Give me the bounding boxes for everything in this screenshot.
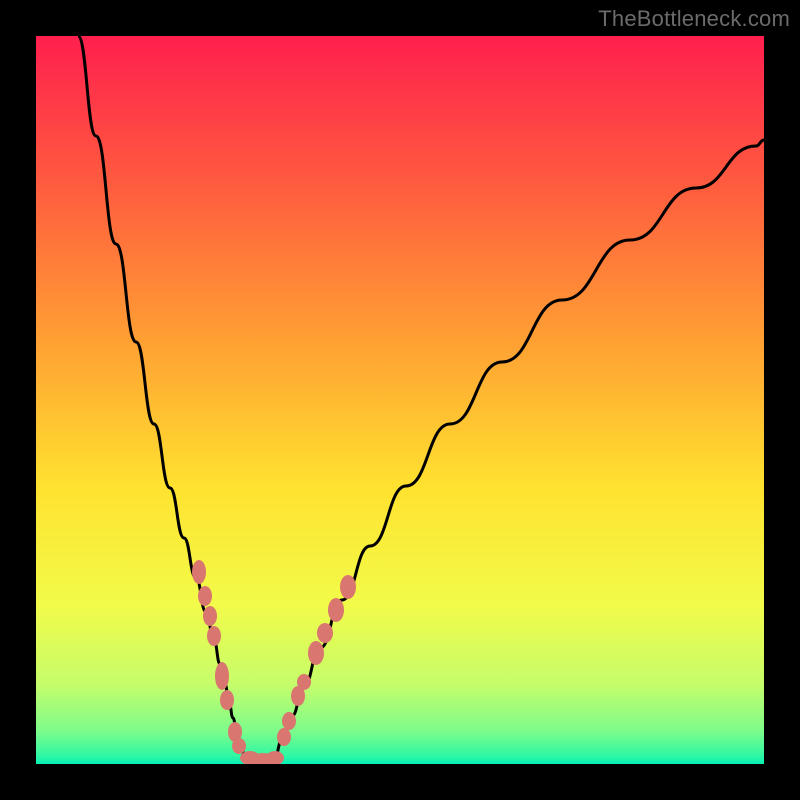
data-marker: [220, 690, 234, 710]
chart-plot: [36, 36, 764, 764]
chart-frame: TheBottleneck.com: [0, 0, 800, 800]
data-marker: [232, 738, 246, 754]
data-marker: [192, 560, 206, 584]
data-marker: [277, 728, 291, 746]
data-marker: [203, 606, 217, 626]
chart-background: [36, 36, 764, 764]
data-marker: [297, 674, 311, 690]
data-marker: [340, 575, 356, 599]
data-marker: [207, 626, 221, 646]
data-marker: [198, 586, 212, 606]
data-marker: [308, 641, 324, 665]
data-marker: [282, 712, 296, 730]
data-marker: [215, 662, 229, 690]
data-marker: [317, 623, 333, 643]
data-marker: [328, 598, 344, 622]
watermark-text: TheBottleneck.com: [598, 6, 790, 32]
